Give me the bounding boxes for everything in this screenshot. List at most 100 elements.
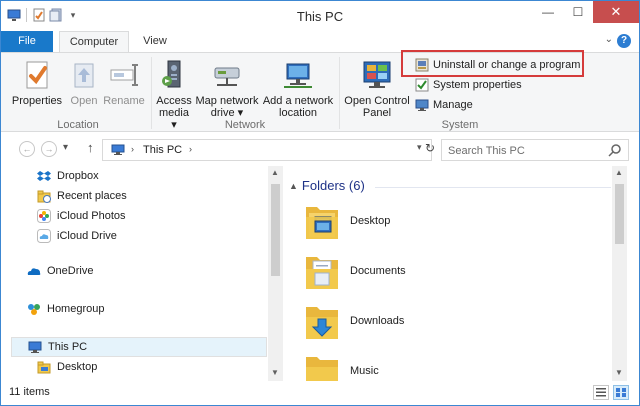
scrollbar-thumb[interactable] — [271, 184, 280, 276]
nav-item-label: Desktop — [57, 361, 98, 373]
onedrive-icon — [27, 264, 41, 278]
nav-pane-scrollbar[interactable]: ▲ ▼ — [268, 166, 283, 381]
navigation-pane: Dropbox Recent places iCloud Photos iClo… — [1, 166, 283, 381]
details-view-button[interactable] — [593, 385, 609, 400]
nav-item-icloud-photos[interactable]: iCloud Photos — [37, 206, 126, 226]
explorer-window: ▾ This PC — ☐ ✕ File Computer View ⌄ ? P… — [0, 0, 640, 406]
nav-item-label: iCloud Drive — [57, 230, 117, 242]
address-bar[interactable]: › This PC › — [102, 139, 432, 161]
manage-button[interactable]: Manage — [415, 96, 473, 114]
properties-button[interactable]: Properties — [11, 59, 63, 107]
computer-management-icon — [415, 98, 429, 112]
search-icon[interactable] — [608, 143, 622, 157]
group-label-location: Location — [57, 119, 99, 131]
music-folder-icon — [305, 349, 339, 381]
desktop-folder-icon — [305, 199, 339, 243]
tab-computer[interactable]: Computer — [59, 31, 129, 53]
highlight-box — [401, 50, 584, 77]
media-server-icon — [158, 59, 190, 91]
system-properties-icon — [415, 78, 429, 92]
folder-item-music[interactable]: Music — [305, 348, 379, 381]
minimize-button[interactable]: — — [533, 1, 563, 23]
up-button[interactable]: ↑ — [87, 140, 94, 155]
nav-item-label: OneDrive — [47, 265, 94, 277]
content-pane: ▲ Folders (6) Desktop Documents Download… — [285, 166, 639, 381]
properties-label: Properties — [11, 95, 63, 107]
ribbon-group-divider — [151, 57, 152, 129]
scroll-down-arrow-icon[interactable]: ▼ — [615, 368, 623, 377]
forward-button[interactable]: → — [41, 141, 57, 157]
icloud-photos-icon — [37, 209, 51, 223]
breadcrumb-this-pc[interactable]: This PC — [143, 144, 182, 156]
dropbox-icon — [37, 169, 51, 183]
ribbon-tab-strip: File Computer View ⌄ ? — [1, 31, 639, 53]
recent-places-icon — [37, 189, 51, 203]
item-count: 11 items — [9, 386, 50, 398]
open-label: Open — [70, 95, 98, 107]
folders-group-header[interactable]: ▲ Folders (6) — [289, 178, 365, 193]
refresh-button[interactable]: ↻ — [425, 141, 435, 155]
folders-group-label: Folders (6) — [301, 178, 365, 193]
map-drive-label-line1: Map network — [195, 95, 259, 107]
nav-item-label: Homegroup — [47, 303, 105, 315]
system-properties-button[interactable]: System properties — [415, 76, 522, 94]
open-button[interactable]: Open — [67, 59, 101, 107]
back-button[interactable]: ← — [19, 141, 35, 157]
recent-locations-button[interactable]: ▾ — [63, 142, 68, 153]
nav-item-desktop[interactable]: Desktop — [37, 357, 97, 377]
nav-item-homegroup[interactable]: Homegroup — [27, 299, 104, 319]
open-cp-label-line2: Panel — [362, 107, 392, 119]
desktop-folder-icon — [37, 360, 51, 374]
content-scrollbar[interactable]: ▲ ▼ — [612, 166, 627, 381]
add-network-location-button[interactable]: Add a network location — [262, 59, 334, 119]
nav-item-label: This PC — [48, 341, 88, 353]
nav-item-recent-places[interactable]: Recent places — [37, 186, 127, 206]
nav-item-label: Dropbox — [57, 170, 99, 182]
collapse-group-icon[interactable]: ▲ — [289, 181, 298, 191]
map-network-drive-button[interactable]: Map network drive ▾ — [194, 59, 260, 119]
group-label-system: System — [441, 119, 479, 131]
breadcrumb-chevron[interactable]: › — [189, 144, 192, 154]
navigation-bar: ← → ▾ ↑ › This PC › ▾ ↻ — [1, 134, 639, 164]
tab-file[interactable]: File — [1, 31, 53, 52]
nav-item-dropbox[interactable]: Dropbox — [37, 166, 99, 186]
search-input[interactable] — [448, 143, 598, 158]
minimize-ribbon-button[interactable]: ⌄ — [605, 34, 613, 45]
scroll-up-arrow-icon[interactable]: ▲ — [615, 168, 623, 177]
nav-item-this-pc[interactable]: This PC — [11, 337, 267, 357]
open-icon — [68, 59, 100, 91]
scroll-up-arrow-icon[interactable]: ▲ — [271, 168, 279, 177]
close-button[interactable]: ✕ — [593, 1, 639, 23]
icloud-drive-icon — [37, 229, 51, 243]
breadcrumb-chevron[interactable]: › — [131, 144, 134, 154]
scrollbar-thumb[interactable] — [615, 184, 624, 244]
nav-item-icloud-drive[interactable]: iCloud Drive — [37, 226, 117, 246]
add-location-label-line1: Add a network — [262, 95, 334, 107]
maximize-button[interactable]: ☐ — [563, 1, 593, 23]
downloads-folder-icon — [305, 299, 339, 343]
folder-item-desktop[interactable]: Desktop — [305, 198, 390, 244]
window-controls: — ☐ ✕ — [533, 1, 639, 23]
help-button[interactable]: ? — [617, 34, 631, 48]
search-box[interactable] — [441, 139, 629, 161]
folder-label: Desktop — [350, 215, 391, 227]
nav-item-onedrive[interactable]: OneDrive — [27, 261, 93, 281]
access-media-label-line1: Access — [156, 95, 192, 107]
folder-item-downloads[interactable]: Downloads — [305, 298, 404, 344]
nav-item-label: Recent places — [57, 190, 127, 202]
details-view-icon — [596, 388, 606, 397]
group-divider — [375, 187, 611, 188]
tab-view[interactable]: View — [135, 31, 175, 52]
group-label-network: Network — [224, 119, 266, 131]
map-drive-label-line2: drive ▾ — [210, 107, 244, 119]
rename-button[interactable]: Rename — [103, 59, 145, 107]
title-bar: ▾ This PC — ☐ ✕ — [1, 1, 639, 31]
folder-item-documents[interactable]: Documents — [305, 248, 406, 294]
documents-folder-icon — [305, 249, 339, 293]
scroll-down-arrow-icon[interactable]: ▼ — [271, 368, 279, 377]
folder-label: Documents — [350, 265, 406, 277]
large-icons-view-button[interactable] — [613, 385, 629, 400]
address-dropdown-button[interactable]: ▾ — [417, 142, 422, 153]
folder-label: Music — [350, 365, 379, 377]
ribbon-group-divider — [339, 57, 340, 129]
